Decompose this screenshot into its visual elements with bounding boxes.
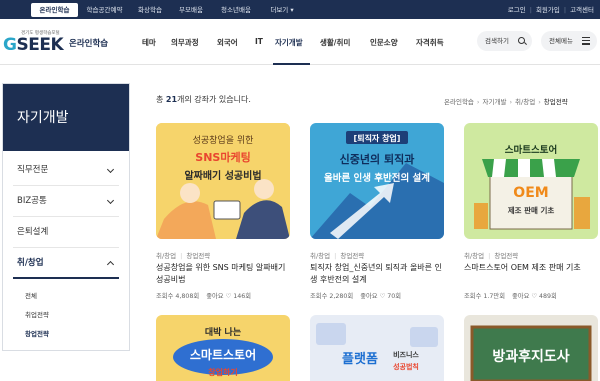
logo-subtitle: 온라인학습	[69, 39, 109, 49]
sidebar-item-employment-startup[interactable]: 취/창업	[13, 248, 119, 279]
tab-youth-learning[interactable]: 청소년배움	[214, 3, 258, 17]
sidebar-sublist: 전체 취업전략 창업전략	[13, 287, 119, 344]
nav-it[interactable]: IT	[255, 37, 263, 46]
nav-hobby[interactable]: 생활/취미	[320, 37, 350, 48]
main-header: 경기도 평생학습포털 GSEEK 온라인학습 테마 의무과정 외국어 IT 자기…	[0, 19, 600, 65]
course-thumbnail[interactable]: 플랫폼 비즈니스 성공법칙	[310, 315, 444, 381]
view-count: 조회수 2,280회	[310, 293, 354, 300]
sidebar: 자기개발 직무전문 BIZ공통 은퇴설계 취/창업 전체 취업전략 창업전략	[2, 83, 130, 351]
course-stats: 조회수 4,808회 좋아요 ♡ 146회	[156, 291, 258, 300]
thumb-line: 성공법칙	[393, 362, 419, 371]
thumb-line: 스마트스토어	[190, 347, 256, 362]
top-utility-bar: 온라인학습 학습공간예약 화상학습 부모배움 청소년배움 더보기 ▾ 로그인 | 회…	[0, 0, 600, 19]
breadcrumb-current: 창업전략	[543, 98, 568, 106]
breadcrumb-item[interactable]: 취/창업	[515, 98, 535, 106]
course-stats: 조회수 1.7만회 좋아요 ♡ 489회	[464, 291, 564, 300]
course-category: 취/창업 | 창업전략	[156, 252, 211, 260]
sidebar-sub-startup-strategy[interactable]: 창업전략	[13, 325, 119, 344]
thumb-line: 창업하기	[208, 367, 237, 377]
thumb-line: 신중년의 퇴직과	[340, 152, 415, 166]
course-count: 총 21개의 강좌가 있습니다.	[156, 95, 251, 104]
hamburger-icon	[582, 37, 590, 47]
nav-certification[interactable]: 자격취득	[416, 37, 444, 48]
sidebar-title: 자기개발	[3, 84, 129, 151]
breadcrumb-item[interactable]: 자기개발	[483, 98, 507, 106]
thumb-line: OEM	[513, 185, 548, 201]
login-link[interactable]: 로그인	[508, 6, 526, 14]
course-title[interactable]: 성공창업을 위한 SNS 마케팅 알짜배기 성공비법	[156, 262, 294, 286]
nav-theme[interactable]: 테마	[142, 37, 156, 48]
divider: |	[563, 6, 567, 14]
like-count: 좋아요 ♡ 489회	[511, 293, 557, 300]
support-link[interactable]: 고객센터	[570, 6, 594, 14]
tab-video-learning[interactable]: 화상학습	[131, 3, 169, 17]
thumb-line: 알짜배기 성공비법	[184, 169, 261, 182]
like-count: 좋아요 ♡ 146회	[206, 293, 252, 300]
course-stats: 조회수 2,280회 좋아요 ♡ 70회	[310, 291, 408, 300]
thumb-line: SNS마케팅	[195, 150, 250, 164]
like-count: 좋아요 ♡ 70회	[360, 293, 402, 300]
course-title[interactable]: 스마트스토어 OEM 제조 판매 기초	[464, 262, 600, 274]
view-count: 조회수 1.7만회	[464, 293, 505, 300]
thumb-line: 플랫폼	[342, 351, 378, 367]
course-category: 취/창업 | 창업전략	[464, 252, 519, 260]
course-thumbnail[interactable]: 성공창업을 위한 SNS마케팅 알짜배기 성공비법	[156, 123, 290, 239]
nav-humanities[interactable]: 인문소양	[370, 37, 398, 48]
tab-parent-learning[interactable]: 부모배움	[172, 3, 210, 17]
breadcrumb: 온라인학습 › 자기개발 › 취/창업 › 창업전략	[444, 98, 568, 106]
search-button[interactable]: 검색하기	[477, 31, 532, 51]
account-links: 로그인 | 회원가입 | 고객센터	[496, 3, 594, 17]
thumb-line: 대박 나는	[205, 326, 241, 338]
search-icon	[518, 37, 525, 44]
thumb-line: 비즈니스	[393, 350, 419, 359]
nav-self-development[interactable]: 자기개발	[275, 37, 303, 48]
thumb-line: 방과후지도사	[492, 348, 569, 365]
chevron-down-icon	[106, 196, 115, 205]
breadcrumb-item[interactable]: 온라인학습	[444, 98, 474, 106]
chevron-up-icon	[106, 260, 115, 269]
chevron-down-icon	[106, 165, 115, 174]
sidebar-item-biz-common[interactable]: BIZ공통	[13, 186, 119, 217]
sidebar-item-retirement[interactable]: 은퇴설계	[13, 217, 119, 248]
sidebar-item-job-expertise[interactable]: 직무전문	[13, 155, 119, 186]
course-thumbnail[interactable]: 방과후지도사	[464, 315, 598, 381]
thumb-line: 올바른 인생 후반전의 설계	[324, 172, 430, 184]
view-count: 조회수 4,808회	[156, 293, 200, 300]
nav-mandatory[interactable]: 의무과정	[171, 37, 199, 48]
thumb-line: 스마트스토어	[505, 144, 557, 156]
sidebar-sub-all[interactable]: 전체	[13, 287, 119, 306]
divider: |	[529, 6, 532, 14]
course-thumbnail[interactable]: [퇴직자 창업] 신중년의 퇴직과 올바른 인생 후반전의 설계	[310, 123, 444, 239]
signup-link[interactable]: 회원가입	[536, 6, 560, 14]
course-thumbnail[interactable]: 대박 나는 스마트스토어 창업하기	[156, 315, 290, 381]
tab-online-learning[interactable]: 온라인학습	[31, 3, 78, 17]
thumb-line: 제조 판매 기초	[508, 205, 555, 215]
thumb-line: 성공창업을 위한	[193, 135, 254, 146]
sidebar-sub-job-strategy[interactable]: 취업전략	[13, 306, 119, 325]
tab-more[interactable]: 더보기 ▾	[262, 3, 302, 17]
course-thumbnail[interactable]: 스마트스토어 OEM 제조 판매 기초	[464, 123, 598, 239]
tab-space-reservation[interactable]: 학습공간예약	[82, 3, 127, 17]
thumb-line: [퇴직자 창업]	[354, 133, 401, 143]
nav-active-indicator	[273, 63, 310, 65]
course-category: 취/창업 | 창업전략	[310, 252, 365, 260]
full-menu-button[interactable]: 전체메뉴	[541, 31, 597, 51]
nav-foreign-language[interactable]: 외국어	[217, 37, 238, 48]
logo-wordmark: GSEEK	[3, 35, 64, 55]
course-title[interactable]: 퇴직자 창업_신중년의 퇴직과 올바른 인생 후반전의 설계	[310, 262, 448, 286]
